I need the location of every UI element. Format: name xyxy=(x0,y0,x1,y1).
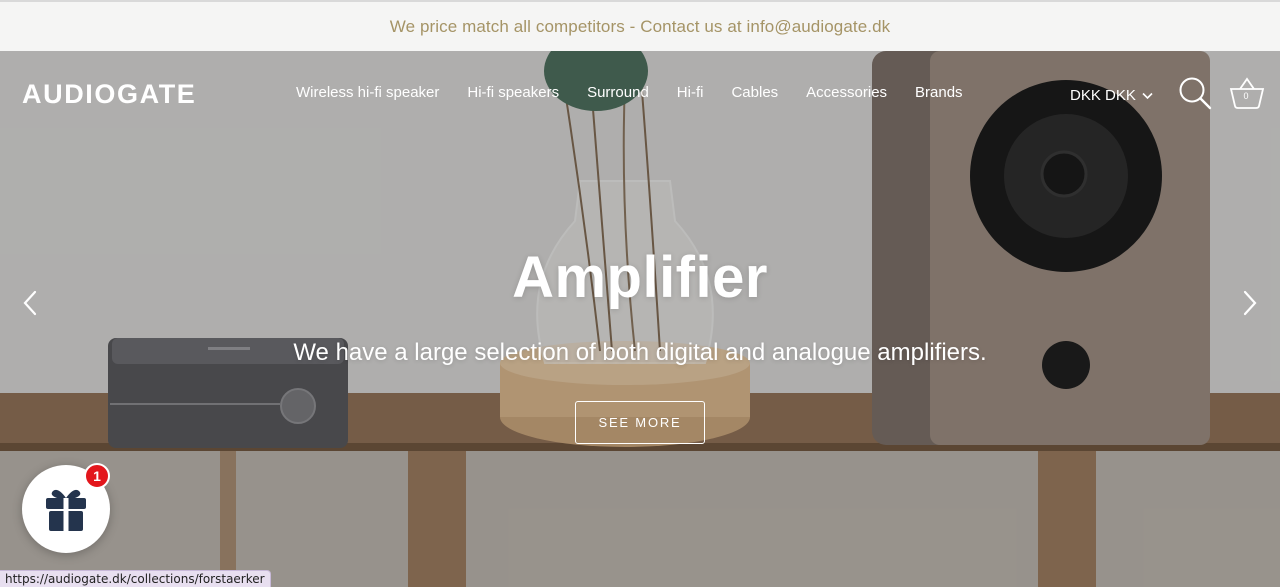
see-more-button[interactable]: SEE MORE xyxy=(575,401,705,444)
nav-item-wireless-hifi-speaker[interactable]: Wireless hi-fi speaker xyxy=(296,84,439,101)
site-header: AUDIOGATE Wireless hi-fi speaker Hi-fi s… xyxy=(0,51,1280,137)
chevron-left-icon[interactable] xyxy=(20,288,40,318)
search-icon[interactable] xyxy=(1178,76,1212,110)
slide-subtitle: We have a large selection of both digita… xyxy=(293,339,987,366)
slide-title: Amplifier xyxy=(512,245,768,310)
announcement-text[interactable]: We price match all competitors - Contact… xyxy=(390,17,891,37)
nav-item-brands[interactable]: Brands xyxy=(915,84,963,101)
status-bar-url: https://audiogate.dk/collections/forstae… xyxy=(0,570,271,587)
nav-item-accessories[interactable]: Accessories xyxy=(806,84,887,101)
gift-icon xyxy=(46,489,86,531)
gift-badge-count: 1 xyxy=(84,463,110,489)
nav-item-hifi-speakers[interactable]: Hi-fi speakers xyxy=(467,84,559,101)
currency-label: DKK DKK xyxy=(1070,87,1136,104)
site-logo[interactable]: AUDIOGATE xyxy=(22,79,196,110)
announcement-bar[interactable]: We price match all competitors - Contact… xyxy=(0,0,1280,51)
main-nav: Wireless hi-fi speaker Hi-fi speakers Su… xyxy=(282,84,977,101)
currency-selector[interactable]: DKK DKK xyxy=(1070,87,1153,104)
chevron-down-icon xyxy=(1142,92,1153,99)
cart-count: 0 xyxy=(1243,91,1249,101)
chevron-right-icon[interactable] xyxy=(1240,288,1260,318)
nav-item-cables[interactable]: Cables xyxy=(731,84,778,101)
nav-item-surround[interactable]: Surround xyxy=(587,84,649,101)
nav-item-hifi[interactable]: Hi-fi xyxy=(677,84,704,101)
